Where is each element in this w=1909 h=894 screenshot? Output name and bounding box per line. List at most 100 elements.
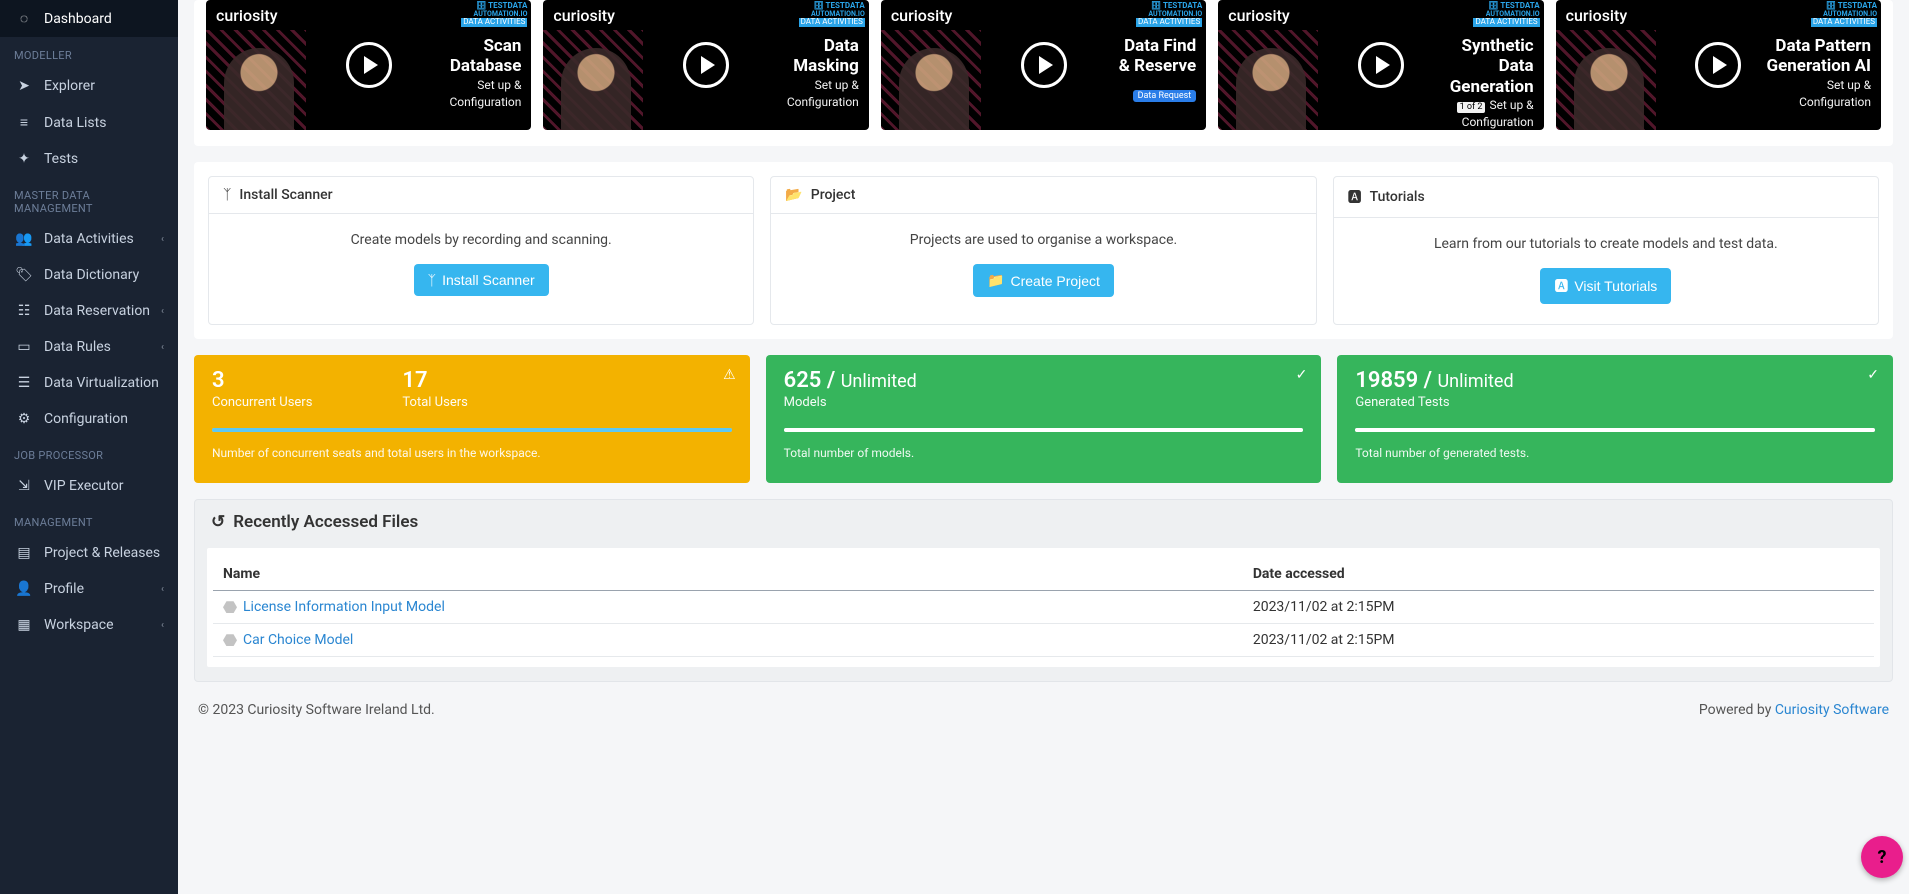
video-tile[interactable]: curiosity 🗄 TESTDATAAUTOMATION.IODATA AC…	[543, 0, 868, 130]
nav-label: Profile	[44, 581, 84, 597]
folder-icon: 📁	[987, 272, 1004, 289]
run-icon: ⇲	[14, 478, 34, 494]
nav-datalists[interactable]: ≡Data Lists	[0, 104, 178, 141]
card-title: Project	[811, 187, 856, 203]
nav-label: Tests	[44, 151, 78, 167]
users-icon: 👥	[14, 231, 34, 247]
card-tutorials: 🅰Tutorials Learn from our tutorials to c…	[1333, 176, 1879, 325]
btn-label: Install Scanner	[442, 272, 535, 288]
footer-powered-link[interactable]: Curiosity Software	[1775, 702, 1889, 718]
gauge-icon: ◌	[14, 10, 34, 27]
video-badge: 🗄 TESTDATAAUTOMATION.IODATA ACTIVITIES	[1473, 2, 1539, 27]
card-desc: Projects are used to organise a workspac…	[785, 232, 1301, 248]
stack-icon: ☰	[14, 375, 34, 391]
grid-icon: ▦	[14, 617, 34, 633]
stat-label: Total Users	[402, 395, 467, 410]
nav-datarules[interactable]: ▭ Data Rules ‹	[0, 329, 178, 365]
table-row: License Information Input Model 2023/11/0…	[213, 591, 1874, 624]
recent-file-date: 2023/11/02 at 2:15PM	[1243, 591, 1874, 624]
play-icon	[1021, 42, 1067, 88]
flask-icon: ✦	[14, 151, 34, 167]
nav-label: VIP Executor	[44, 478, 123, 494]
recent-file-date: 2023/11/02 at 2:15PM	[1243, 624, 1874, 657]
video-title: SyntheticDataGeneration1 of 2Set up &Con…	[1450, 36, 1534, 130]
recent-title: Recently Accessed Files	[233, 512, 418, 532]
nav-label: Explorer	[44, 78, 95, 94]
recent-file-link[interactable]: License Information Input Model	[243, 599, 445, 615]
nav-configuration[interactable]: ⚙Configuration	[0, 401, 178, 437]
btn-label: Visit Tutorials	[1574, 278, 1657, 294]
list-icon: ≡	[14, 114, 34, 131]
nav-label: Data Rules	[44, 339, 111, 355]
stat-footer: Total number of generated tests.	[1355, 446, 1875, 460]
nav-label: Workspace	[44, 617, 114, 633]
gear-icon: ⚙	[14, 411, 34, 427]
warning-icon: ⚠	[723, 367, 736, 383]
nav-label: Dashboard	[44, 11, 112, 27]
help-fab[interactable]: ?	[1861, 836, 1903, 878]
check-icon: ✓	[1867, 367, 1879, 383]
video-brand: curiosity	[1566, 6, 1628, 25]
branch-icon: ᛉ	[223, 187, 231, 203]
card-title: Tutorials	[1370, 189, 1425, 205]
nav-projectreleases[interactable]: ▤Project & Releases	[0, 535, 178, 571]
nav-label: Data Virtualization	[44, 375, 159, 391]
chevron-left-icon: ‹	[161, 342, 164, 353]
install-scanner-button[interactable]: ᛉ Install Scanner	[414, 264, 549, 296]
nav-explorer[interactable]: ➤ Explorer	[0, 68, 178, 104]
stat-label: Models	[784, 395, 1304, 410]
section-jobproc: JOB PROCESSOR	[0, 437, 178, 468]
video-brand: curiosity	[553, 6, 615, 25]
nav-label: Data Reservation	[44, 303, 150, 319]
footer-copyright: © 2023 Curiosity Software Ireland Ltd.	[198, 702, 435, 718]
video-extra-badge: Data Request	[1133, 90, 1197, 102]
video-badge: 🗄 TESTDATAAUTOMATION.IODATA ACTIVITIES	[461, 2, 527, 27]
nav-workspace[interactable]: ▦Workspace‹	[0, 607, 178, 643]
video-tile[interactable]: curiosity 🗄 TESTDATAAUTOMATION.IODATA AC…	[1556, 0, 1881, 130]
nav-dataactivities[interactable]: 👥Data Activities‹	[0, 221, 178, 257]
nav-label: Data Activities	[44, 231, 134, 247]
nav-datavirtualization[interactable]: ☰ Data Virtualization	[0, 365, 178, 401]
location-icon: ➤	[14, 78, 34, 94]
branch-icon: ᛉ	[428, 272, 436, 288]
card-install-scanner: ᛉInstall Scanner Create models by record…	[208, 176, 754, 325]
videos-card: curiosity 🗄 TESTDATAAUTOMATION.IODATA AC…	[194, 0, 1893, 146]
nav-profile[interactable]: 👤Profile‹	[0, 571, 178, 607]
stat-limit: Unlimited	[841, 371, 917, 392]
video-tile[interactable]: curiosity 🗄 TESTDATAAUTOMATION.IODATA AC…	[1218, 0, 1543, 130]
play-icon	[1695, 42, 1741, 88]
section-management: MANAGEMENT	[0, 504, 178, 535]
user-circle-icon: 🅰	[1554, 276, 1568, 296]
footer: © 2023 Curiosity Software Ireland Ltd. P…	[194, 692, 1893, 730]
folder-open-icon: 📂	[785, 187, 802, 203]
help-icon: ?	[1878, 847, 1887, 868]
nav-datadictionary[interactable]: 🏷Data Dictionary	[0, 257, 178, 293]
video-tile[interactable]: curiosity 🗄 TESTDATAAUTOMATION.IODATA AC…	[881, 0, 1206, 130]
nav-vipexecutor[interactable]: ⇲ VIP Executor	[0, 468, 178, 504]
stat-footer: Number of concurrent seats and total use…	[212, 446, 732, 460]
video-brand: curiosity	[216, 6, 278, 25]
recent-files-card: ↺Recently Accessed Files Name Date acces…	[194, 499, 1893, 682]
recent-table: Name Date accessed License Information I…	[213, 558, 1874, 657]
video-title: Data PatternGeneration AISet up &Configu…	[1767, 36, 1872, 110]
video-badge: 🗄 TESTDATAAUTOMATION.IODATA ACTIVITIES	[1811, 2, 1877, 27]
video-tile[interactable]: curiosity 🗄 TESTDATAAUTOMATION.IODATA AC…	[206, 0, 531, 130]
video-title: DataMaskingSet up &Configuration	[787, 36, 859, 110]
stat-value: 625	[784, 368, 822, 393]
user-circle-icon: 🅰	[1348, 187, 1362, 207]
card-project: 📂 Project Projects are used to organise a…	[770, 176, 1316, 325]
recent-file-link[interactable]: Car Choice Model	[243, 632, 353, 648]
footer-powered-pre: Powered by	[1699, 702, 1775, 718]
visit-tutorials-button[interactable]: 🅰 Visit Tutorials	[1540, 268, 1671, 304]
chevron-left-icon: ‹	[161, 306, 164, 317]
user-icon: 👤	[14, 581, 34, 597]
nav-datareservation[interactable]: ☷ Data Reservation ‹	[0, 293, 178, 329]
card-icon: ▭	[14, 339, 34, 355]
nav-dashboard[interactable]: ◌ Dashboard	[0, 0, 178, 37]
nav-tests[interactable]: ✦ Tests	[0, 141, 178, 177]
create-project-button[interactable]: 📁Create Project	[973, 264, 1114, 297]
col-name: Name	[213, 558, 1243, 591]
check-icon: ✓	[1296, 367, 1308, 383]
sliders-icon: ☷	[14, 303, 34, 319]
play-icon	[1358, 42, 1404, 88]
